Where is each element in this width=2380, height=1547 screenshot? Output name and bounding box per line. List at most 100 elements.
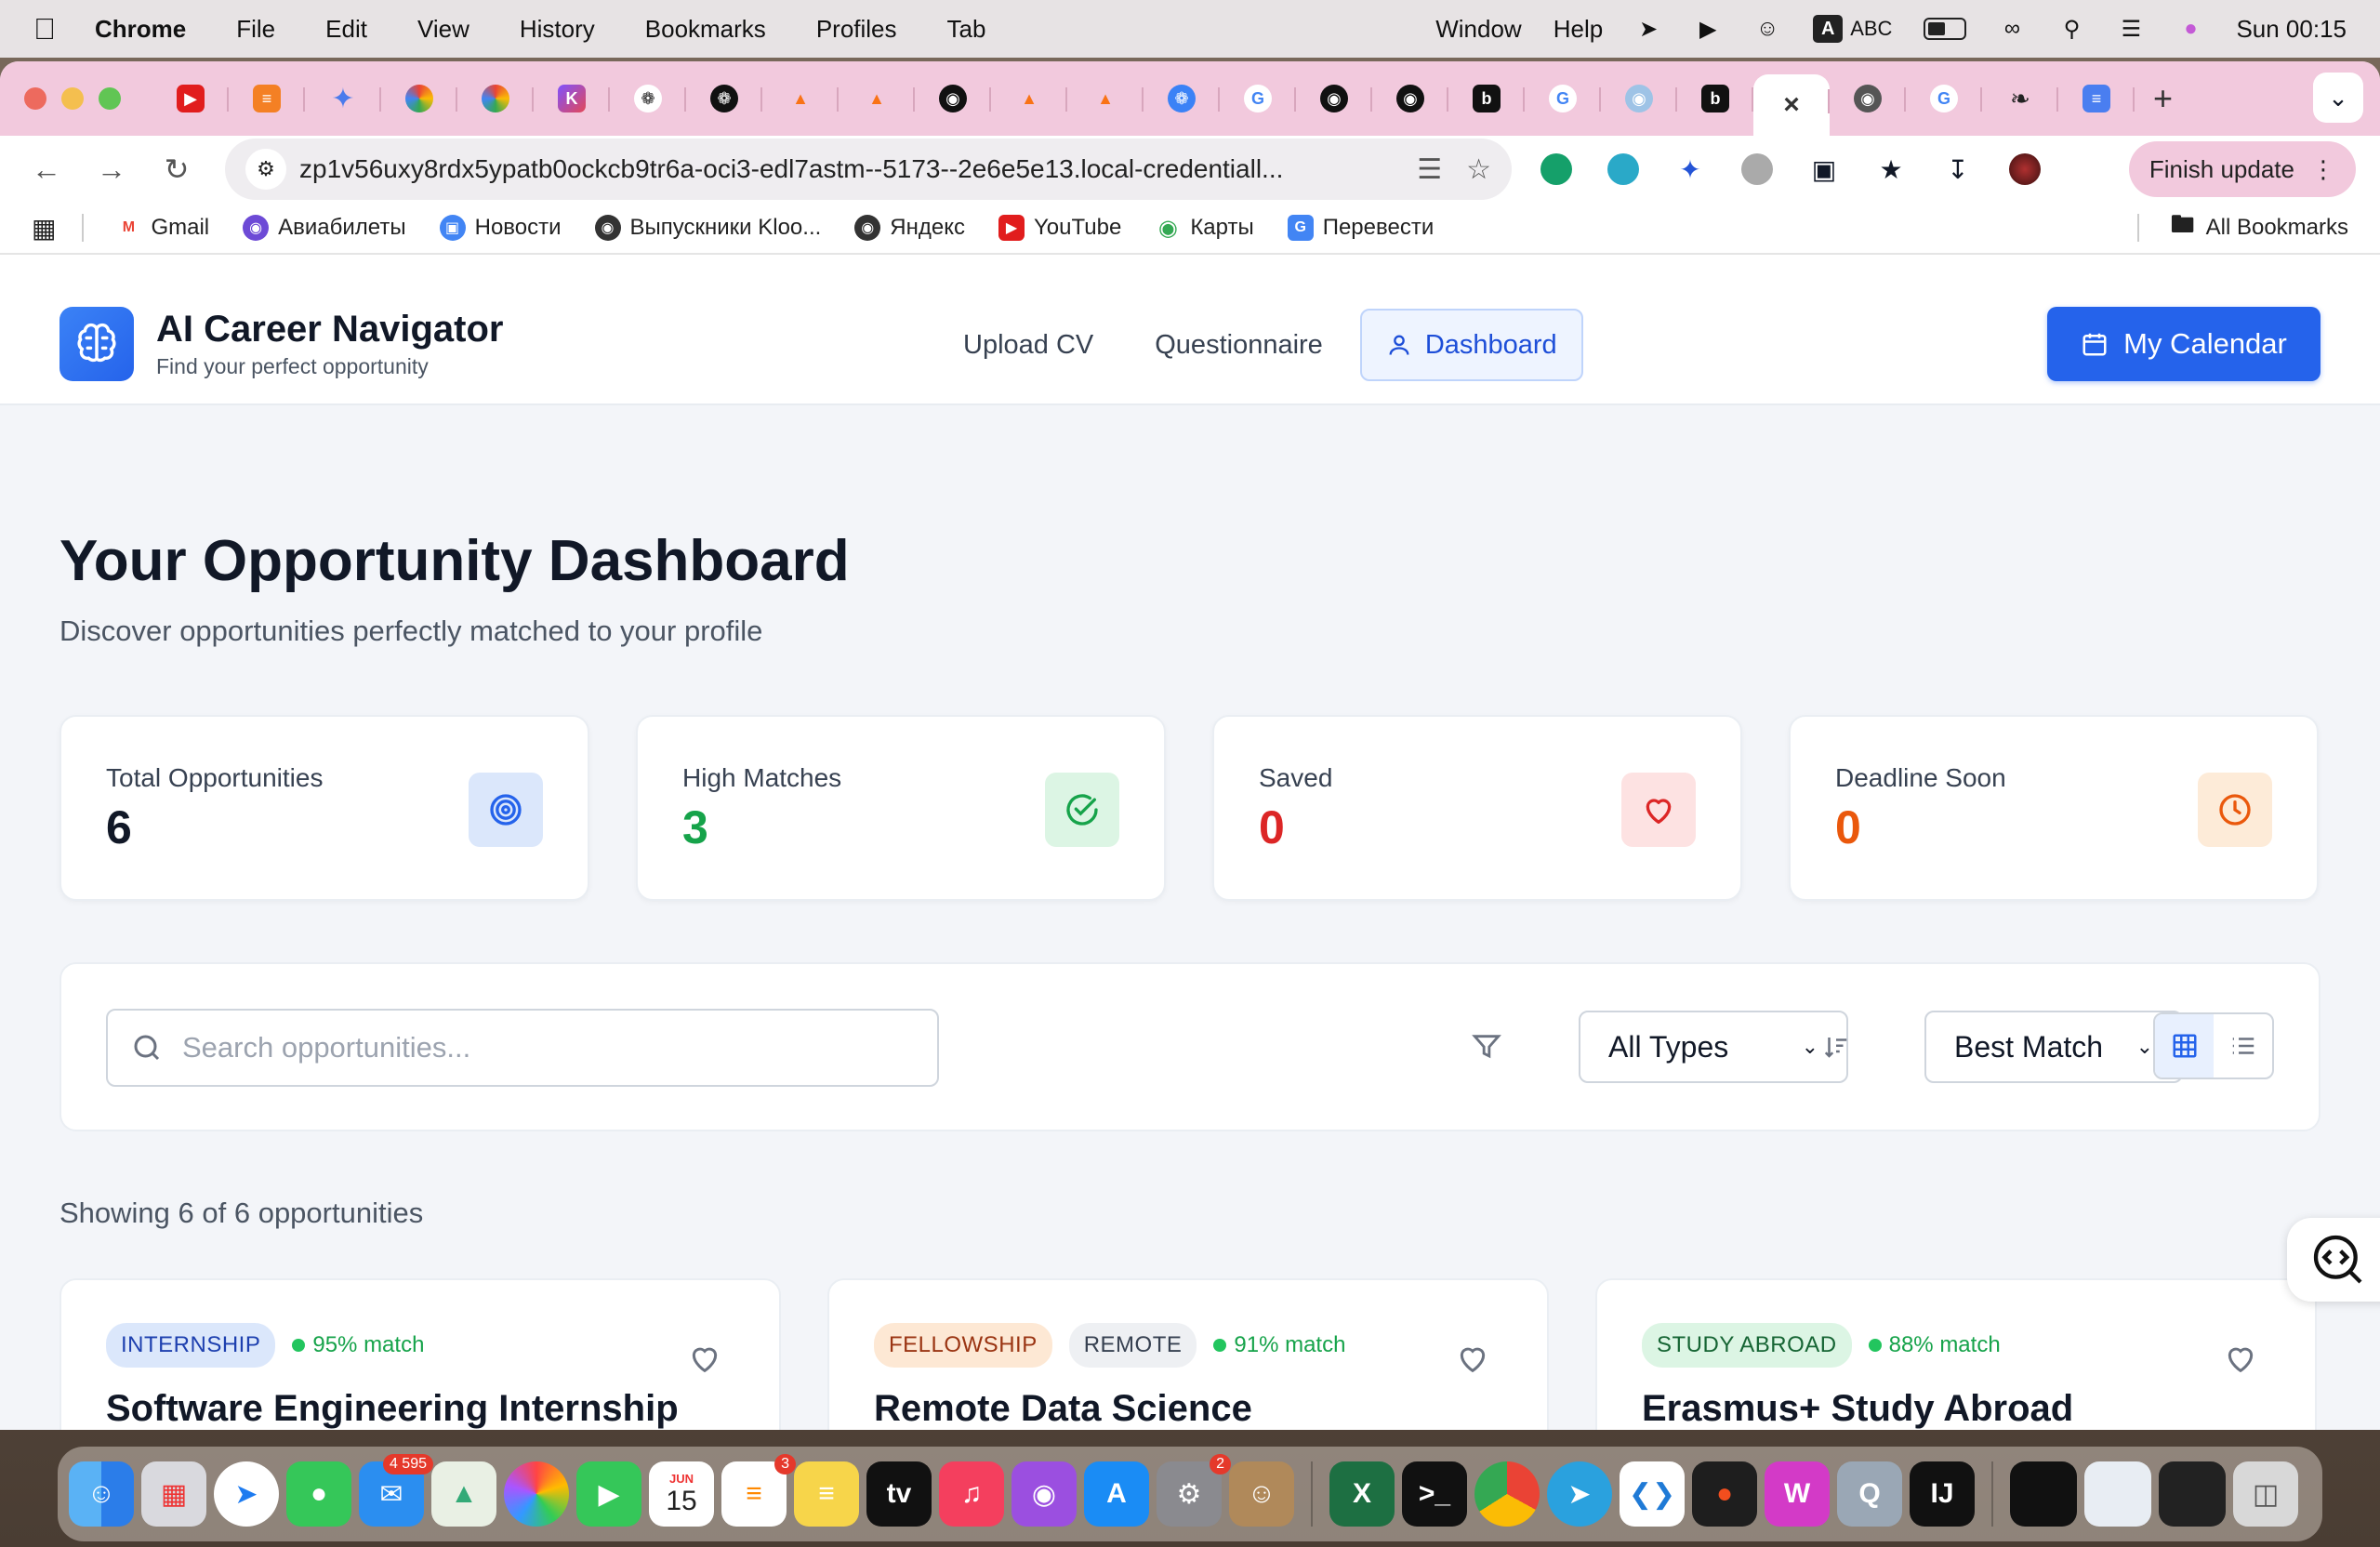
minimized-window-3[interactable] bbox=[2159, 1461, 2226, 1527]
opportunity-card[interactable]: INTERNSHIP 95% match Software Engineerin… bbox=[60, 1278, 781, 1430]
battery-icon[interactable] bbox=[1924, 18, 1967, 40]
tab-globe[interactable]: ◉ bbox=[1830, 73, 1906, 125]
extension-whale-icon[interactable]: ✦ bbox=[1668, 147, 1712, 192]
minimized-window-1[interactable] bbox=[2010, 1461, 2077, 1527]
menu-bookmarks[interactable]: Bookmarks bbox=[645, 15, 766, 44]
system-settings-icon[interactable]: ⚙ 2 bbox=[1157, 1454, 1231, 1527]
menu-tab[interactable]: Tab bbox=[947, 15, 986, 44]
floating-inspector-button[interactable] bbox=[2287, 1218, 2380, 1302]
input-source[interactable]: A ABC bbox=[1813, 15, 1892, 43]
bookmark-news[interactable]: ▣ Новости bbox=[439, 215, 562, 241]
tab-photos-1[interactable] bbox=[381, 73, 457, 125]
minimized-window-2[interactable] bbox=[2084, 1461, 2151, 1527]
menu-view[interactable]: View bbox=[417, 15, 469, 44]
sort-select[interactable]: Best Match ⌄ bbox=[1924, 1011, 2183, 1083]
tab-github-3[interactable]: ◉ bbox=[1372, 73, 1448, 125]
mail-icon[interactable]: ✉ 4 595 bbox=[359, 1454, 433, 1527]
tab-gemini[interactable]: ✦ bbox=[305, 73, 381, 125]
apps-grid-icon[interactable]: ▦ bbox=[32, 213, 56, 244]
contacts-icon[interactable]: ☺ bbox=[1229, 1461, 1294, 1527]
url-text[interactable]: zp1v56uxy8rdx5ypatb0ockcb9tr6a-oci3-edl7… bbox=[299, 154, 1393, 184]
user-circle-icon[interactable]: ☺ bbox=[1753, 15, 1781, 43]
extensions-puzzle-icon[interactable]: ▣ bbox=[1802, 147, 1846, 192]
bookmark-maps[interactable]: ◉ Карты bbox=[1155, 215, 1254, 241]
bookmark-star-icon[interactable]: ☆ bbox=[1466, 153, 1491, 186]
opportunity-card[interactable]: FELLOWSHIP REMOTE 91% match Remote Data … bbox=[827, 1278, 1549, 1430]
figma-icon[interactable]: ● bbox=[1692, 1461, 1757, 1527]
tab-stackblitz-4[interactable]: ▲ bbox=[1067, 73, 1144, 125]
messages-icon[interactable]: ● bbox=[286, 1461, 351, 1527]
download-icon[interactable]: ↧ bbox=[1936, 147, 1980, 192]
tab-stackblitz-2[interactable]: ▲ bbox=[839, 73, 915, 125]
menu-profiles[interactable]: Profiles bbox=[816, 15, 897, 44]
excel-icon[interactable]: X bbox=[1329, 1461, 1395, 1527]
my-calendar-button[interactable]: My Calendar bbox=[2047, 307, 2320, 381]
forward-arrow-icon[interactable]: → bbox=[89, 147, 134, 192]
bookmark-translate[interactable]: G Перевести bbox=[1287, 215, 1434, 241]
nav-upload-cv[interactable]: Upload CV bbox=[939, 309, 1117, 381]
grammarly-icon[interactable] bbox=[1534, 147, 1579, 192]
search-input[interactable]: Search opportunities... bbox=[106, 1009, 939, 1087]
facetime-icon[interactable]: ▶ bbox=[576, 1461, 641, 1527]
tab-un[interactable]: ◉ bbox=[1601, 73, 1677, 125]
link-icon[interactable]: ∞ bbox=[1998, 15, 2026, 43]
app-store-icon[interactable]: A bbox=[1084, 1461, 1149, 1527]
bookmark-youtube[interactable]: ▶ YouTube bbox=[998, 215, 1121, 241]
close-window-button[interactable] bbox=[24, 87, 46, 110]
reload-icon[interactable]: ↻ bbox=[154, 147, 199, 192]
tab-docs[interactable]: ≡ bbox=[2058, 73, 2135, 125]
location-arrow-icon[interactable]: ➤ bbox=[1634, 15, 1662, 43]
tab-photos-2[interactable] bbox=[457, 73, 534, 125]
tab-kotlin[interactable]: K bbox=[534, 73, 610, 125]
quicktime-icon[interactable]: Q bbox=[1837, 1461, 1902, 1527]
search-icon[interactable]: ⚲ bbox=[2057, 15, 2085, 43]
launchpad-icon[interactable]: ▦ bbox=[141, 1461, 206, 1527]
vscode-icon[interactable]: ❮❯ bbox=[1620, 1461, 1685, 1527]
terminal-icon[interactable]: >_ bbox=[1402, 1461, 1467, 1527]
back-arrow-icon[interactable]: ← bbox=[24, 147, 69, 192]
tab-bolt-1[interactable]: b bbox=[1448, 73, 1525, 125]
tab-search-chevron-down-icon[interactable]: ⌄ bbox=[2313, 73, 2363, 123]
all-bookmarks-button[interactable]: 🖿 All Bookmarks bbox=[2136, 207, 2348, 248]
bookmark-flights[interactable]: ◉ Авиабилеты bbox=[243, 215, 406, 241]
heart-icon[interactable] bbox=[686, 1340, 723, 1377]
safari-icon[interactable]: ➤ bbox=[214, 1461, 279, 1527]
tab-github-2[interactable]: ◉ bbox=[1296, 73, 1372, 125]
tab-active[interactable]: × bbox=[1753, 74, 1830, 136]
wps-icon[interactable]: W bbox=[1765, 1461, 1830, 1527]
play-circle-icon[interactable]: ▶ bbox=[1694, 15, 1722, 43]
maps-icon[interactable]: ▲ bbox=[431, 1461, 496, 1527]
menu-edit[interactable]: Edit bbox=[325, 15, 367, 44]
apple-menu-icon[interactable]:  bbox=[33, 12, 56, 46]
telegram-icon[interactable]: ➤ bbox=[1547, 1461, 1612, 1527]
minimize-window-button[interactable] bbox=[61, 87, 84, 110]
menubar-clock[interactable]: Sun 00:15 bbox=[2236, 15, 2347, 44]
tab-openai-2[interactable]: ❁ bbox=[686, 73, 762, 125]
menu-history[interactable]: History bbox=[520, 15, 595, 44]
menu-app-name[interactable]: Chrome bbox=[95, 15, 186, 44]
profile-avatar[interactable] bbox=[2003, 147, 2047, 192]
site-settings-icon[interactable]: ⚙ bbox=[245, 149, 286, 190]
menu-window[interactable]: Window bbox=[1435, 15, 1521, 44]
tab-google-3[interactable]: G bbox=[1906, 73, 1982, 125]
bookmark-alumni[interactable]: ◉ Выпускники Kloo... bbox=[594, 215, 821, 241]
translate-icon[interactable]: ☰ bbox=[1417, 153, 1442, 186]
type-filter-select[interactable]: All Types ⌄ bbox=[1579, 1011, 1848, 1083]
reminders-icon[interactable]: ≡ 3 bbox=[721, 1454, 796, 1527]
apple-tv-icon[interactable]: tv bbox=[866, 1461, 932, 1527]
music-icon[interactable]: ♫ bbox=[939, 1461, 1004, 1527]
tab-google-1[interactable]: G bbox=[1220, 73, 1296, 125]
zoom-window-button[interactable] bbox=[99, 87, 121, 110]
menu-file[interactable]: File bbox=[236, 15, 275, 44]
extension-gray-icon[interactable] bbox=[1735, 147, 1779, 192]
calendar-app-icon[interactable]: JUN 15 bbox=[649, 1461, 714, 1527]
trash-icon[interactable]: ◫ bbox=[2233, 1461, 2298, 1527]
notes-icon[interactable]: ≡ bbox=[794, 1461, 859, 1527]
close-tab-icon[interactable]: × bbox=[1778, 89, 1805, 120]
tab-openai-3[interactable]: ❁ bbox=[1144, 73, 1220, 125]
podcasts-icon[interactable]: ◉ bbox=[1012, 1461, 1077, 1527]
address-bar[interactable]: ⚙ zp1v56uxy8rdx5ypatb0ockcb9tr6a-oci3-ed… bbox=[225, 139, 1512, 200]
bookmark-yandex[interactable]: ◉ Яндекс bbox=[854, 215, 965, 241]
new-tab-icon[interactable]: + bbox=[2153, 79, 2173, 118]
tab-github-1[interactable]: ◉ bbox=[915, 73, 991, 125]
